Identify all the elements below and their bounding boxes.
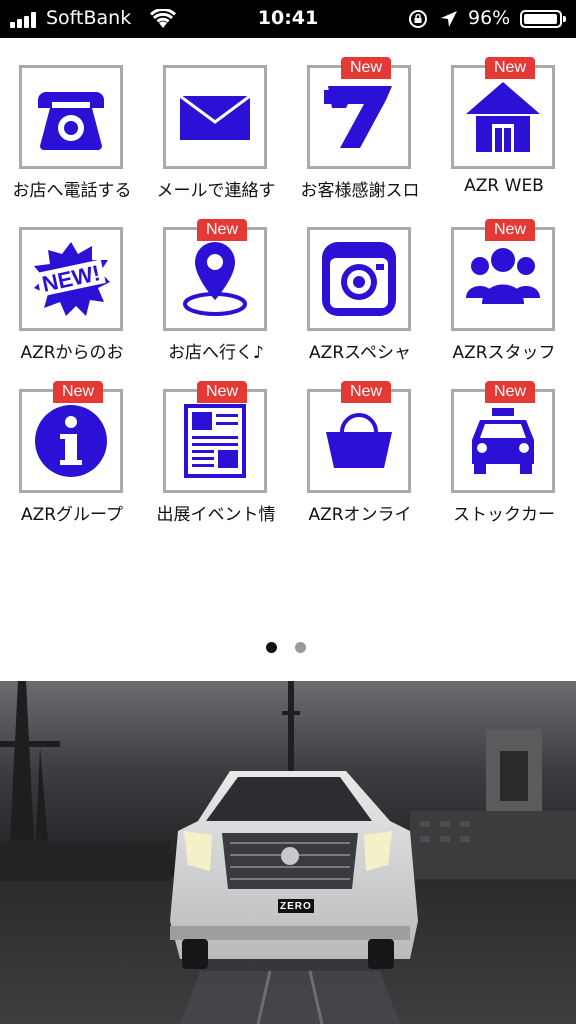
tile-label: お店へ行く♪ [168,343,264,363]
menu-tile[interactable]: New ストックカー [432,381,576,546]
menu-tile[interactable]: AZRスペシャ [288,222,432,384]
page-dot-2[interactable] [295,642,306,653]
tile-frame[interactable] [451,227,555,331]
battery-percent: 96% [468,7,511,29]
rotation-lock-icon [409,10,427,28]
menu-tile[interactable]: New AZR WEB [432,57,576,222]
status-bar: SoftBank 10:41 96% [0,0,576,38]
tile-label: ストックカー [453,505,555,525]
tile-label: AZR WEB [464,176,544,196]
tile-frame[interactable]: NEW! [19,227,123,331]
tile-label: AZRオンライ [308,505,412,525]
tile-label: お店へ電話する [12,181,132,201]
tile-frame[interactable] [451,65,555,169]
new-badge: New [485,57,535,79]
location-icon [441,11,457,27]
tile-frame[interactable] [163,389,267,493]
menu-tile[interactable]: New AZRオンライ [288,381,432,546]
license-plate: ZERO [280,901,312,912]
menu-tile[interactable]: お店へ電話する [0,60,144,222]
tile-frame[interactable] [451,389,555,493]
tile-label: メールで連絡す [156,181,276,201]
tile-label: 出展イベント情 [156,505,276,525]
tile-label: AZRからのお [20,343,124,363]
banner-image [0,681,576,1024]
new-badge: New [197,219,247,241]
menu-tile[interactable]: メールで連絡す [144,60,288,222]
tile-frame[interactable] [19,65,123,169]
tile-label: AZRスペシャ [309,343,411,363]
menu-tile[interactable]: New お客様感謝スロ [288,57,432,222]
battery-icon [520,10,566,28]
new-badge: New [485,219,535,241]
tile-frame[interactable] [307,65,411,169]
new-badge: New [341,57,391,79]
tile-label: お客様感謝スロ [300,181,420,201]
tile-frame[interactable] [307,389,411,493]
tile-label: AZRスタッフ [452,343,556,363]
menu-tile[interactable]: New お店へ行く♪ [144,219,288,384]
tile-frame[interactable] [163,227,267,331]
menu-tile[interactable]: New 出展イベント情 [144,381,288,546]
new-badge: New [53,381,103,403]
new-badge: New [485,381,535,403]
car-photo-banner[interactable]: ZERO [0,681,576,1024]
tile-frame[interactable] [163,65,267,169]
tile-label: AZRグループ [20,505,124,525]
new-badge: New [197,381,247,403]
page-dot-1[interactable] [266,642,277,653]
new-badge: New [341,381,391,403]
menu-tile[interactable]: New AZRスタッフ [432,219,576,384]
tile-frame[interactable] [307,227,411,331]
page-indicator[interactable] [266,642,316,656]
menu-tile[interactable]: New AZRグループ [0,381,144,546]
tile-frame[interactable] [19,389,123,493]
menu-tile[interactable]: NEW! AZRからのお [0,222,144,384]
